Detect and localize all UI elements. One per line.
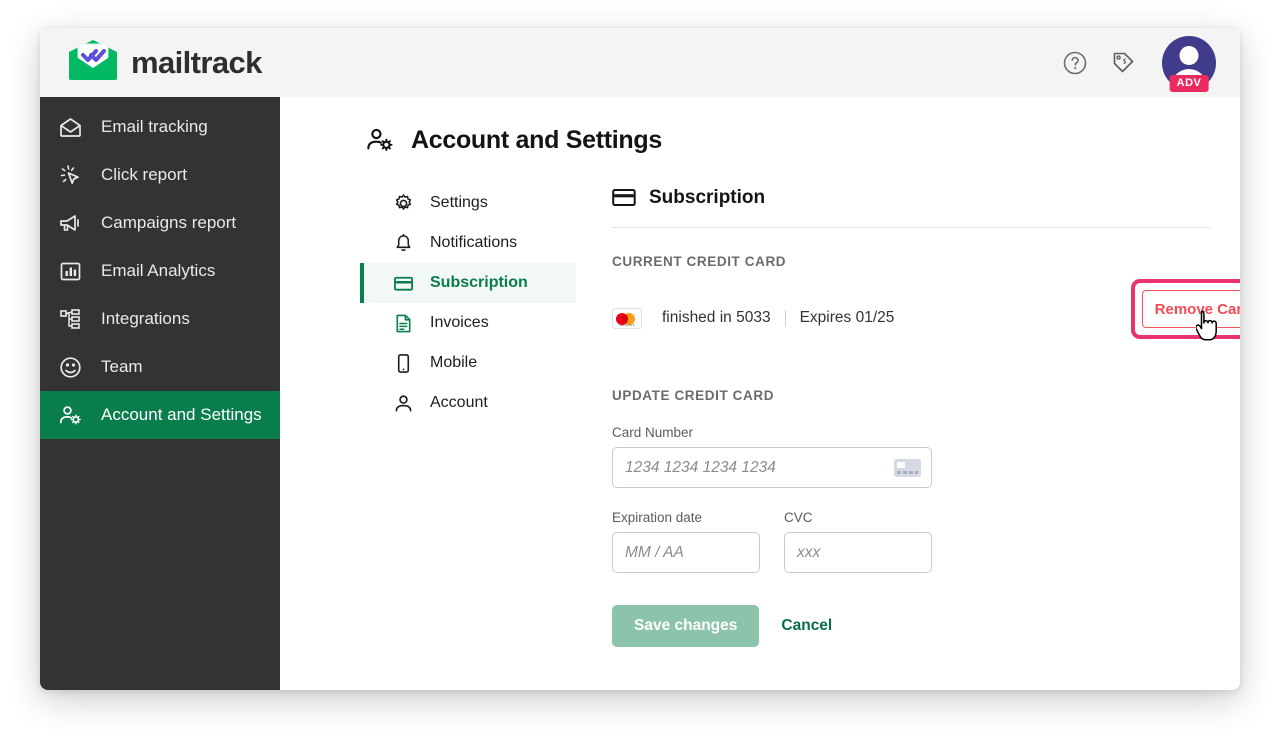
subnav-item-label: Invoices	[430, 314, 489, 332]
subnav-item-label: Account	[430, 394, 488, 412]
sidebar-item-team[interactable]: Team	[40, 343, 280, 391]
credit-card-icon	[393, 273, 414, 294]
cvc-label: CVC	[784, 510, 932, 525]
remove-card-button[interactable]: Remove Card	[1142, 290, 1240, 328]
subnav-item-subscription[interactable]: Subscription	[360, 263, 576, 303]
subnav-item-invoices[interactable]: Invoices	[360, 303, 576, 343]
credit-card-icon	[612, 188, 636, 208]
team-people-icon	[58, 355, 83, 380]
subnav-item-label: Mobile	[430, 354, 477, 372]
sidebar-item-label: Click report	[101, 165, 187, 185]
envelope-open-icon	[58, 115, 83, 140]
separator	[785, 310, 786, 327]
sidebar-item-integrations[interactable]: Integrations	[40, 295, 280, 343]
sidebar-item-email-analytics[interactable]: Email Analytics	[40, 247, 280, 295]
card-number-placeholder: 1234 1234 1234 1234	[625, 459, 776, 477]
settings-subnav: Settings Notifications	[360, 183, 576, 647]
generic-credit-card-icon	[894, 459, 921, 477]
top-bar: mailtrack	[40, 28, 1240, 97]
sidebar-item-label: Campaigns report	[101, 213, 236, 233]
bar-chart-icon	[58, 259, 83, 284]
top-bar-actions: ADV	[1062, 36, 1216, 90]
mastercard-logo: mastercard	[612, 308, 642, 329]
mobile-phone-icon	[393, 353, 414, 374]
brand-name: mailtrack	[131, 45, 262, 81]
mailtrack-envelope-logo	[66, 38, 120, 87]
page-header: Account and Settings	[280, 97, 1240, 155]
card-number-label: Card Number	[612, 425, 1210, 440]
account-settings-icon	[365, 125, 395, 155]
sidebar-item-label: Email Analytics	[101, 261, 215, 281]
subnav-item-mobile[interactable]: Mobile	[360, 343, 576, 383]
card-expiry: Expires 01/25	[800, 309, 895, 327]
click-cursor-icon	[58, 163, 83, 188]
current-card-section-label: CURRENT CREDIT CARD	[612, 254, 1210, 269]
sidebar-item-account-and-settings[interactable]: Account and Settings	[40, 391, 280, 439]
subnav-item-notifications[interactable]: Notifications	[360, 223, 576, 263]
subnav-item-label: Subscription	[430, 274, 528, 292]
document-icon	[393, 313, 414, 334]
sidebar-item-campaigns-report[interactable]: Campaigns report	[40, 199, 280, 247]
sidebar-item-click-report[interactable]: Click report	[40, 151, 280, 199]
subnav-item-label: Notifications	[430, 234, 517, 252]
bell-icon	[393, 233, 414, 254]
expiration-field-group: Expiration date MM / AA	[612, 510, 760, 573]
subnav-item-settings[interactable]: Settings	[360, 183, 576, 223]
expiration-placeholder: MM / AA	[625, 544, 684, 562]
price-tag-icon[interactable]	[1110, 50, 1136, 76]
sidebar-item-label: Team	[101, 357, 143, 377]
update-card-section-label: UPDATE CREDIT CARD	[612, 388, 1210, 403]
sidebar-item-email-tracking[interactable]: Email tracking	[40, 103, 280, 151]
cvc-field-group: CVC xxx	[784, 510, 932, 573]
subnav-item-account[interactable]: Account	[360, 383, 576, 423]
help-circle-icon[interactable]	[1062, 50, 1088, 76]
expiration-input[interactable]: MM / AA	[612, 532, 760, 573]
app-window: mailtrack	[40, 28, 1240, 690]
save-changes-button[interactable]: Save changes	[612, 605, 759, 647]
sidebar: Email tracking Click report	[40, 97, 280, 690]
integrations-nodes-icon	[58, 307, 83, 332]
subscription-panel: Subscription CURRENT CREDIT CARD masterc…	[576, 183, 1240, 647]
sidebar-item-label: Email tracking	[101, 117, 208, 137]
main-content: Account and Settings Settings	[280, 97, 1240, 690]
cancel-button[interactable]: Cancel	[781, 617, 832, 635]
megaphone-icon	[58, 211, 83, 236]
current-card-row: mastercard finished in 5033 Expires 01/2…	[612, 296, 1210, 340]
sidebar-item-label: Integrations	[101, 309, 190, 329]
divider	[612, 227, 1210, 228]
page-title: Account and Settings	[411, 126, 662, 155]
sidebar-item-label: Account and Settings	[101, 405, 262, 425]
status-badge: ADV	[1170, 75, 1209, 92]
cvc-placeholder: xxx	[797, 544, 820, 562]
form-actions: Save changes Cancel	[612, 605, 1210, 647]
avatar[interactable]: ADV	[1162, 36, 1216, 90]
account-settings-icon	[58, 403, 83, 428]
person-icon	[393, 393, 414, 414]
expiry-cvc-row: Expiration date MM / AA CVC xxx	[612, 510, 1210, 573]
cvc-input[interactable]: xxx	[784, 532, 932, 573]
card-masked-number: finished in 5033	[662, 309, 771, 327]
panel-title: Subscription	[649, 187, 765, 209]
gear-icon	[393, 193, 414, 214]
card-number-input[interactable]: 1234 1234 1234 1234	[612, 447, 932, 488]
expiration-label: Expiration date	[612, 510, 760, 525]
card-number-field-group: Card Number 1234 1234 1234 1234	[612, 425, 1210, 488]
subnav-item-label: Settings	[430, 194, 488, 212]
panel-header: Subscription	[612, 183, 1210, 209]
brand-logo[interactable]: mailtrack	[66, 38, 262, 87]
